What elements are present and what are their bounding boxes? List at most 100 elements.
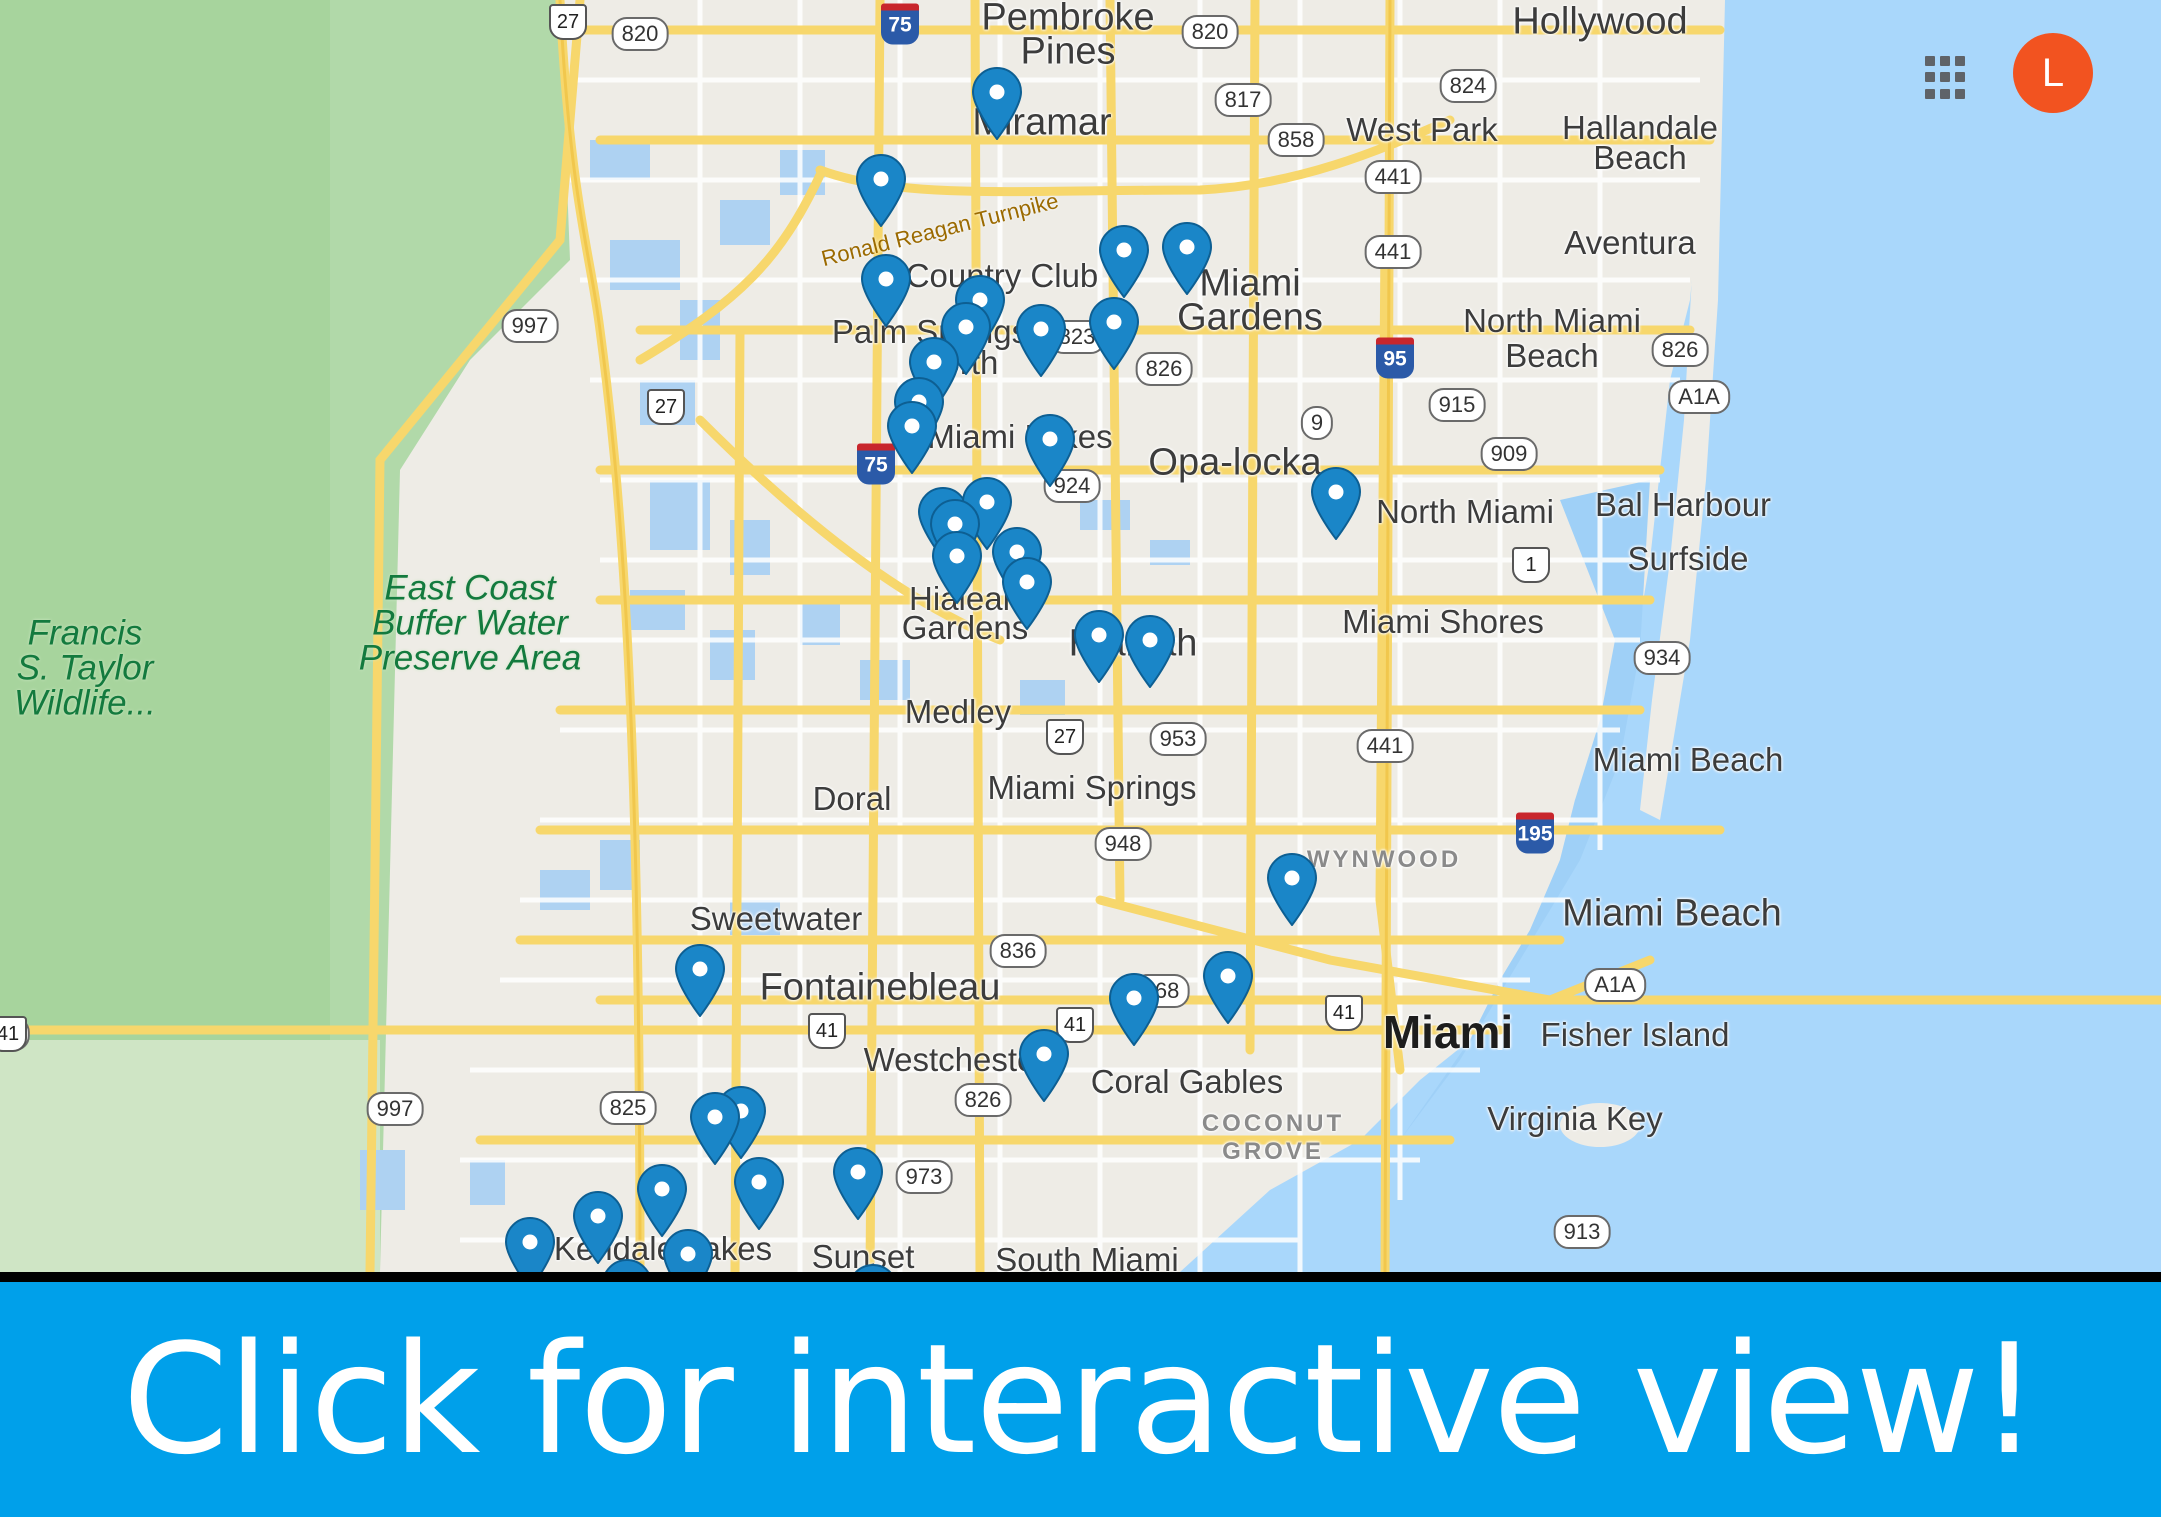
- state-route-shield: 826: [1651, 333, 1709, 367]
- place-label: Fisher Island: [1540, 1016, 1730, 1053]
- interactive-view-banner[interactable]: Click for interactive view!: [0, 1282, 2161, 1517]
- place-label: Aventura: [1564, 224, 1696, 261]
- store-locator-preview: Pembroke Pines Hollywood Miramar West Park Ha…: [0, 0, 2161, 1517]
- state-route-shield: 817: [1214, 83, 1272, 117]
- map-pin-icon[interactable]: [1308, 466, 1364, 541]
- map-pin-icon[interactable]: [853, 153, 909, 228]
- place-label: Fontainebleau: [759, 966, 1001, 1009]
- apps-grid-icon[interactable]: [1923, 54, 1971, 102]
- us-route-shield: 1: [1512, 547, 1550, 583]
- place-label: Miami Beach: [1562, 892, 1782, 935]
- state-route-shield: 997: [501, 309, 559, 343]
- us-route-shield: 41: [0, 1016, 27, 1052]
- map-pin-icon[interactable]: [1086, 296, 1142, 371]
- us-route-shield: 27: [647, 389, 685, 425]
- interstate-shield: 95: [1376, 337, 1414, 379]
- us-route-shield: 41: [808, 1013, 846, 1049]
- place-label: North Miami: [1376, 493, 1554, 530]
- us-route-shield: 41: [1325, 995, 1363, 1031]
- neighborhood-label: COCONUT GROVE: [1201, 1110, 1345, 1165]
- place-label: Medley: [904, 693, 1012, 730]
- state-route-shield: A1A: [1584, 968, 1646, 1002]
- map-pin-icon[interactable]: [731, 1156, 787, 1231]
- state-route-shield: 441: [1364, 235, 1422, 269]
- state-route-shield: A1A: [1668, 380, 1730, 414]
- map-pin-icon[interactable]: [672, 943, 728, 1018]
- map-pin-icon[interactable]: [570, 1190, 626, 1265]
- place-label: Bal Harbour: [1594, 486, 1772, 523]
- map-pin-icon[interactable]: [599, 1258, 655, 1272]
- us-route-shield: 27: [549, 4, 587, 40]
- interactive-view-label[interactable]: Click for interactive view!: [122, 1311, 2039, 1488]
- state-route-shield: 824: [1439, 69, 1497, 103]
- place-label: Miami Lakes: [927, 418, 1113, 455]
- map-pin-icon[interactable]: [1096, 224, 1152, 299]
- place-label: Pines: [1020, 30, 1116, 73]
- state-route-shield: 826: [1135, 352, 1193, 386]
- map-pin-icon[interactable]: [1106, 972, 1162, 1047]
- interstate-shield: 195: [1516, 812, 1554, 854]
- place-label: West Park: [1346, 111, 1498, 148]
- map-pin-icon[interactable]: [1071, 609, 1127, 684]
- place-label: Surfside: [1627, 540, 1749, 577]
- place-label: Opa-locka: [1148, 441, 1322, 484]
- map-pin-icon[interactable]: [634, 1163, 690, 1238]
- state-route-shield: 915: [1428, 388, 1486, 422]
- map-pin-icon[interactable]: [969, 66, 1025, 141]
- map-pin-icon[interactable]: [1264, 852, 1320, 927]
- state-route-shield: 441: [1356, 729, 1414, 763]
- state-route-shield: 953: [1149, 722, 1207, 756]
- place-label: Miami Shores: [1342, 603, 1544, 640]
- map-pin-icon[interactable]: [1122, 614, 1178, 689]
- map-pin-icon[interactable]: [1022, 413, 1078, 488]
- state-route-shield: 441: [1364, 160, 1422, 194]
- state-route-shield: 9: [1300, 406, 1334, 440]
- map-pin-icon[interactable]: [845, 1263, 901, 1272]
- map-view[interactable]: Pembroke Pines Hollywood Miramar West Park Ha…: [0, 0, 2161, 1272]
- state-route-shield: 826: [954, 1083, 1012, 1117]
- place-label: Miami Springs: [987, 769, 1197, 806]
- interstate-shield: 75: [881, 3, 919, 45]
- map-pin-icon[interactable]: [830, 1146, 886, 1221]
- place-label: Miami Beach: [1592, 741, 1784, 778]
- place-label: Beach: [1505, 337, 1599, 374]
- neighborhood-label: WYNWOOD: [1306, 846, 1462, 873]
- place-label: Gardens: [1177, 296, 1323, 339]
- park-label: East Coast Buffer Water Preserve Area: [358, 568, 582, 678]
- state-route-shield: 858: [1267, 123, 1325, 157]
- state-route-shield: 909: [1480, 437, 1538, 471]
- map-pin-icon[interactable]: [1200, 950, 1256, 1025]
- place-label: Beach: [1593, 139, 1687, 176]
- state-route-shield: 948: [1094, 827, 1152, 861]
- map-pin-icon[interactable]: [929, 530, 985, 605]
- place-label: Miami: [1382, 1006, 1514, 1058]
- place-label: Coral Gables: [1090, 1063, 1284, 1100]
- park-label: Francis S. Taylor Wildlife...: [14, 613, 156, 723]
- map-pin-icon[interactable]: [858, 253, 914, 328]
- map-pin-icon[interactable]: [884, 400, 940, 475]
- map-pin-icon[interactable]: [999, 556, 1055, 631]
- place-label: North Miami: [1463, 302, 1641, 339]
- map-pin-icon[interactable]: [1013, 303, 1069, 378]
- us-route-shield: 27: [1046, 719, 1084, 755]
- state-route-shield: 997: [366, 1092, 424, 1126]
- map-pin-icon[interactable]: [687, 1091, 743, 1166]
- place-label: South Miami: [995, 1241, 1179, 1272]
- state-route-shield: 934: [1633, 641, 1691, 675]
- state-route-shield: 825: [599, 1091, 657, 1125]
- map-pin-icon[interactable]: [1016, 1028, 1072, 1103]
- state-route-shield: 973: [895, 1160, 953, 1194]
- state-route-shield: 913: [1553, 1215, 1611, 1249]
- state-route-shield: 820: [611, 17, 669, 51]
- place-label: Doral: [812, 780, 892, 817]
- place-label: Virginia Key: [1487, 1100, 1663, 1137]
- map-pin-icon[interactable]: [660, 1228, 716, 1272]
- banner-divider: [0, 1272, 2161, 1282]
- map-pin-icon[interactable]: [502, 1216, 558, 1272]
- place-label: Sweetwater: [689, 900, 863, 937]
- state-route-shield: 820: [1181, 15, 1239, 49]
- map-pin-icon[interactable]: [1159, 221, 1215, 296]
- account-avatar[interactable]: L: [2013, 33, 2093, 113]
- place-label: Hollywood: [1512, 0, 1688, 43]
- state-route-shield: 836: [989, 934, 1047, 968]
